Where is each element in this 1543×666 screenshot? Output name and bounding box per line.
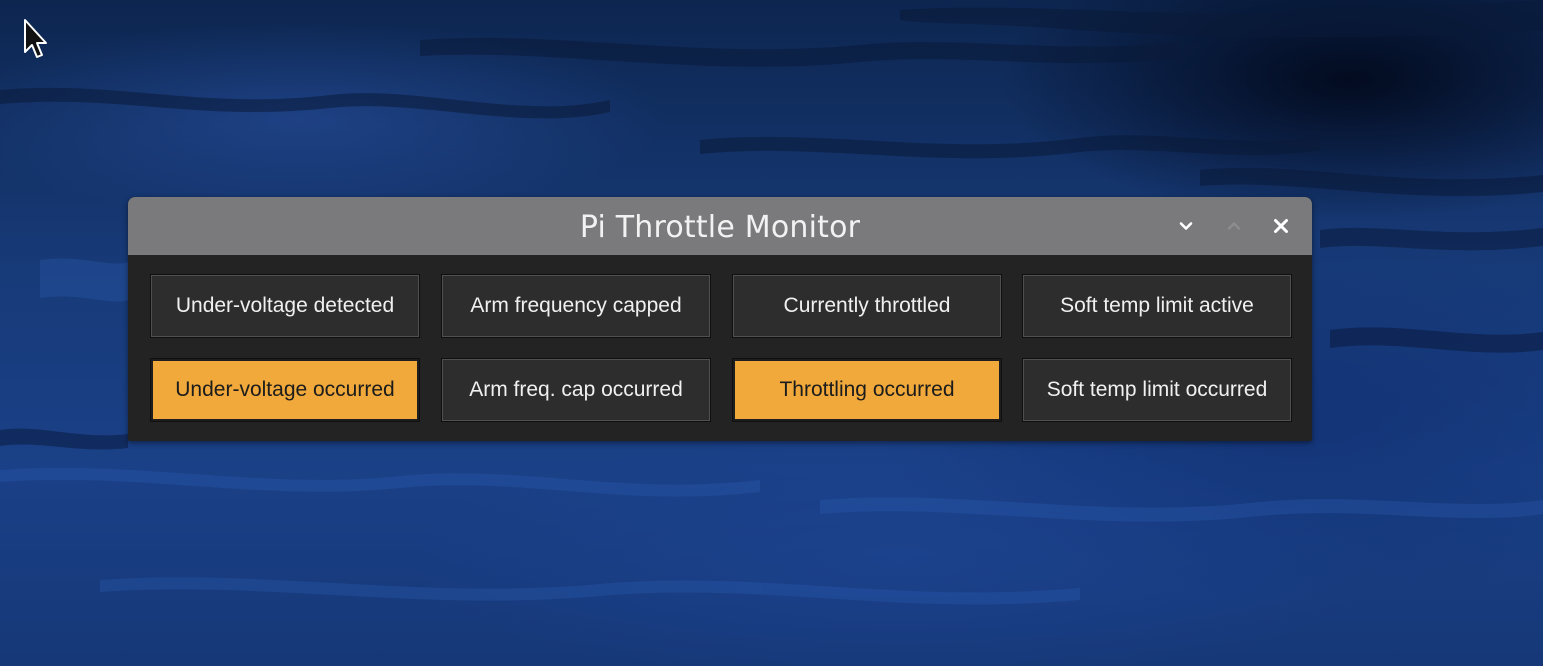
status-throttling-occurred[interactable]: Throttling occurred <box>732 358 1002 422</box>
status-under-voltage-occurred[interactable]: Under-voltage occurred <box>150 358 420 422</box>
throttle-monitor-window: Pi Throttle Monitor Under-voltage detect… <box>128 197 1312 441</box>
status-arm-freq-cap-occurred[interactable]: Arm freq. cap occurred <box>441 358 711 422</box>
close-icon <box>1274 219 1288 233</box>
close-button[interactable] <box>1268 213 1294 239</box>
status-arm-frequency-capped[interactable]: Arm frequency capped <box>441 274 711 338</box>
mouse-pointer-icon <box>24 19 47 58</box>
chevron-up-icon <box>1227 222 1241 230</box>
window-titlebar[interactable]: Pi Throttle Monitor <box>128 197 1312 255</box>
status-grid: Under-voltage detected Arm frequency cap… <box>128 255 1312 441</box>
status-soft-temp-limit-active[interactable]: Soft temp limit active <box>1022 274 1292 338</box>
status-currently-throttled[interactable]: Currently throttled <box>732 274 1002 338</box>
maximize-button[interactable] <box>1221 213 1247 239</box>
status-under-voltage-detected[interactable]: Under-voltage detected <box>150 274 420 338</box>
status-soft-temp-limit-occurred[interactable]: Soft temp limit occurred <box>1022 358 1292 422</box>
window-title: Pi Throttle Monitor <box>579 210 861 245</box>
chevron-down-icon <box>1179 222 1193 230</box>
minimize-button[interactable] <box>1173 213 1199 239</box>
